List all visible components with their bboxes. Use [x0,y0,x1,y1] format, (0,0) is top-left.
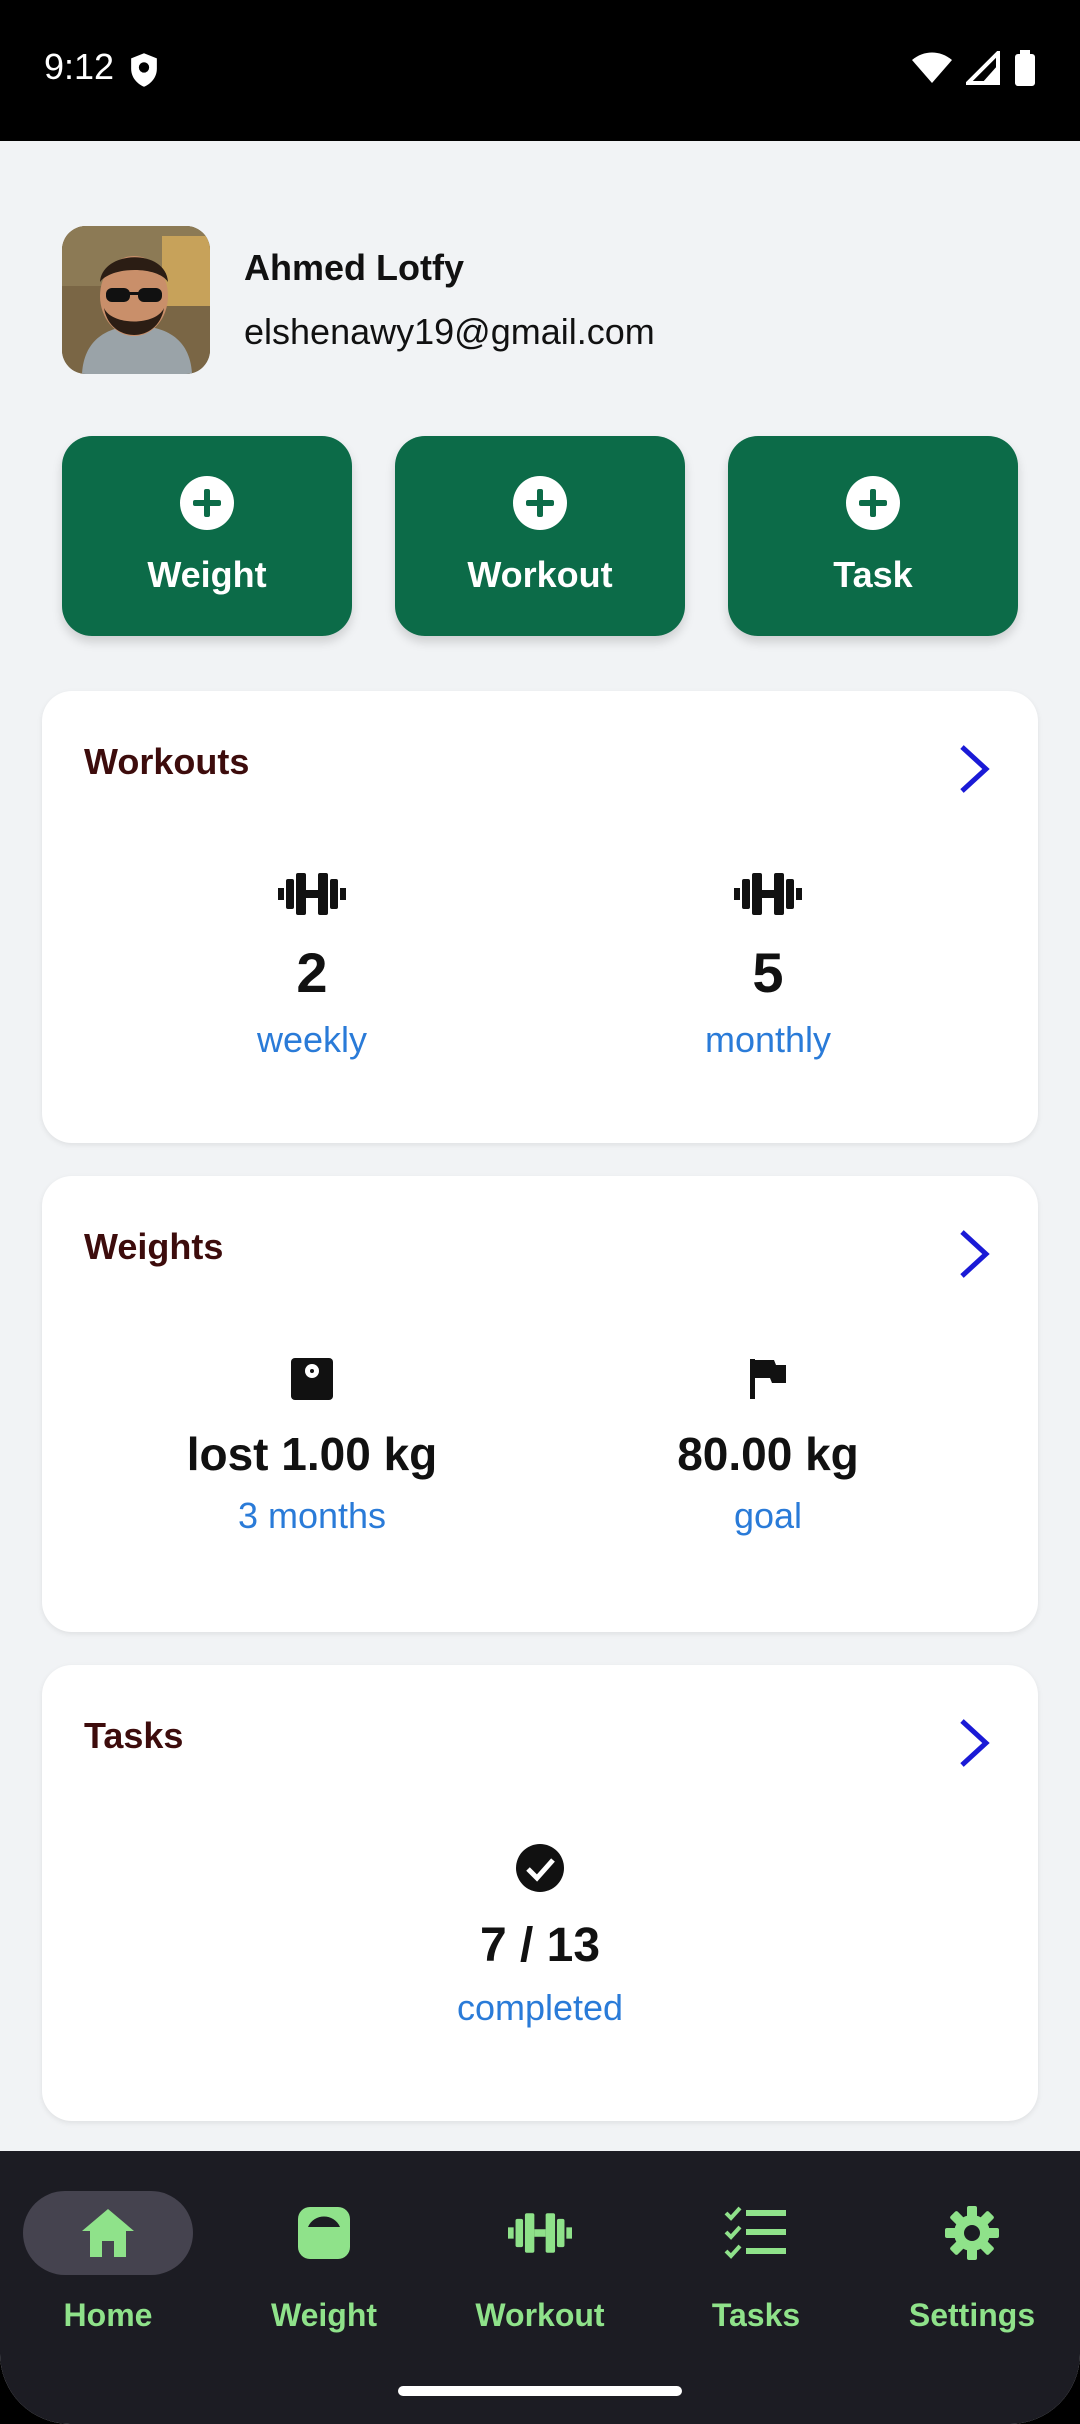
chevron-right-icon[interactable] [952,1715,996,1771]
profile-name: Ahmed Lotfy [244,247,464,288]
tasks-progress: 7 / 13 [479,1919,601,1972]
weight-lost-stat: lost 1.00 kg 3 months [162,1351,462,1537]
tasks-stat: 7 / 13 completed [390,1840,690,2029]
tasks-card[interactable]: Tasks 7 / 13 completed [42,1665,1038,2121]
shield-icon [131,53,157,87]
weight-goal-value: 80.00 kg [677,1428,859,1480]
avatar [62,226,210,374]
add-circle-icon [180,476,234,530]
dumbbell-icon [734,873,802,915]
status-bar: 9:12 [0,0,1080,141]
nav-home[interactable]: Home [0,2191,216,2334]
weekly-value: 2 [296,941,328,1004]
gear-icon [945,2206,999,2260]
checklist-icon [724,2206,786,2259]
monthly-label: monthly [704,1019,832,1060]
status-icons [912,50,1036,86]
bottom-navigation: Home Weight Workout Tasks Settings [0,2151,1080,2424]
check-circle-icon [516,1844,564,1892]
weekly-label: weekly [256,1019,368,1060]
nav-home-label: Home [63,2297,153,2333]
add-workout-label: Workout [467,554,613,595]
scale-icon [298,2207,350,2259]
nav-weight-label: Weight [270,2297,378,2333]
add-workout-button[interactable]: Workout [395,436,685,636]
profile-header[interactable]: Ahmed Lotfy elshenawy19@gmail.com [62,226,655,374]
nav-settings-label: Settings [908,2297,1036,2333]
scale-icon [291,1358,333,1400]
nav-workout-label: Workout [475,2297,605,2333]
workouts-card[interactable]: Workouts 2 weekly 5 monthly [42,691,1038,1143]
quick-actions: Weight Workout Task [62,436,1018,636]
dumbbell-icon [508,2213,572,2253]
weights-card[interactable]: Weights lost 1.00 kg 3 months 80.00 kg g… [42,1176,1038,1632]
tasks-progress-label: completed [456,1987,624,2028]
flag-icon [750,1359,786,1399]
chevron-right-icon[interactable] [952,741,996,797]
signal-icon [966,51,1000,85]
home-indicator[interactable] [398,2386,682,2396]
card-title: Workouts [84,741,250,782]
nav-workout[interactable]: Workout [432,2191,648,2334]
dumbbell-icon [278,873,346,915]
weight-lost-period: 3 months [237,1495,387,1536]
battery-icon [1015,50,1035,86]
profile-email: elshenawy19@gmail.com [244,311,655,352]
add-weight-button[interactable]: Weight [62,436,352,636]
monthly-value: 5 [752,941,784,1004]
home-screen: Ahmed Lotfy elshenawy19@gmail.com Weight… [0,141,1080,2424]
card-title: Tasks [84,1715,184,1756]
add-task-label: Task [833,554,913,595]
card-title: Weights [84,1226,224,1267]
weight-goal-label: goal [733,1495,803,1536]
monthly-stat: 5 monthly [618,866,918,1061]
nav-tasks[interactable]: Tasks [648,2191,864,2334]
add-weight-label: Weight [147,554,267,595]
wifi-icon [912,52,952,83]
add-circle-icon [846,476,900,530]
weight-lost-value: lost 1.00 kg [186,1428,438,1480]
add-circle-icon [513,476,567,530]
status-time: 9:12 [44,46,115,87]
weekly-stat: 2 weekly [162,866,462,1061]
nav-settings[interactable]: Settings [864,2191,1080,2334]
nav-weight[interactable]: Weight [216,2191,432,2334]
nav-tasks-label: Tasks [711,2297,801,2333]
home-icon [82,2209,134,2257]
weight-goal-stat: 80.00 kg goal [618,1351,918,1537]
chevron-right-icon[interactable] [952,1226,996,1282]
add-task-button[interactable]: Task [728,436,1018,636]
